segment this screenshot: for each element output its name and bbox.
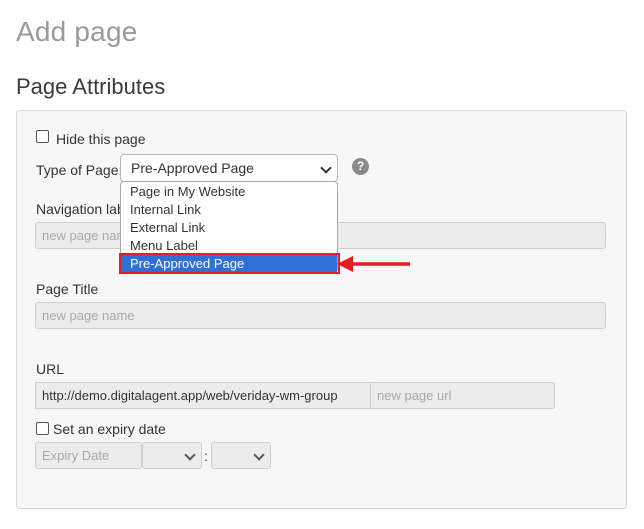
option-menu-label[interactable]: Menu Label <box>121 237 337 255</box>
expiry-date-input[interactable]: Expiry Date <box>35 442 142 469</box>
hide-page-label: Hide this page <box>56 131 146 147</box>
type-of-page-dropdown-list: Page in My Website Internal Link Externa… <box>120 181 338 273</box>
red-arrow-icon <box>337 256 410 272</box>
option-internal-link[interactable]: Internal Link <box>121 201 337 219</box>
chevron-down-icon <box>320 162 332 174</box>
option-pre-approved-page[interactable]: Pre-Approved Page <box>121 255 337 273</box>
expiry-checkbox[interactable] <box>36 422 49 435</box>
chevron-down-icon <box>253 449 265 461</box>
page-title-label: Page Title <box>36 281 99 297</box>
section-title: Page Attributes <box>16 74 166 99</box>
type-of-page-select[interactable]: Pre-Approved Page <box>120 154 338 182</box>
type-of-page-value: Pre-Approved Page <box>131 160 254 176</box>
page-title-input[interactable]: new page name <box>35 302 606 329</box>
chevron-down-icon <box>184 449 196 461</box>
option-external-link[interactable]: External Link <box>121 219 337 237</box>
url-prefix: http://demo.digitalagent.app/web/veriday… <box>35 382 371 409</box>
url-input[interactable]: new page url <box>370 382 555 409</box>
expiry-hour-select[interactable] <box>142 442 202 469</box>
page-title: Add page <box>16 16 138 47</box>
expiry-minute-select[interactable] <box>211 442 271 469</box>
url-label: URL <box>36 361 65 377</box>
question-circle-icon[interactable]: ? <box>352 158 369 175</box>
type-of-page-label: Type of Page: <box>36 162 123 178</box>
option-page-in-my-website[interactable]: Page in My Website <box>121 183 337 201</box>
expiry-label: Set an expiry date <box>53 421 166 437</box>
hide-page-checkbox[interactable] <box>36 130 49 143</box>
time-separator: : <box>204 448 208 464</box>
